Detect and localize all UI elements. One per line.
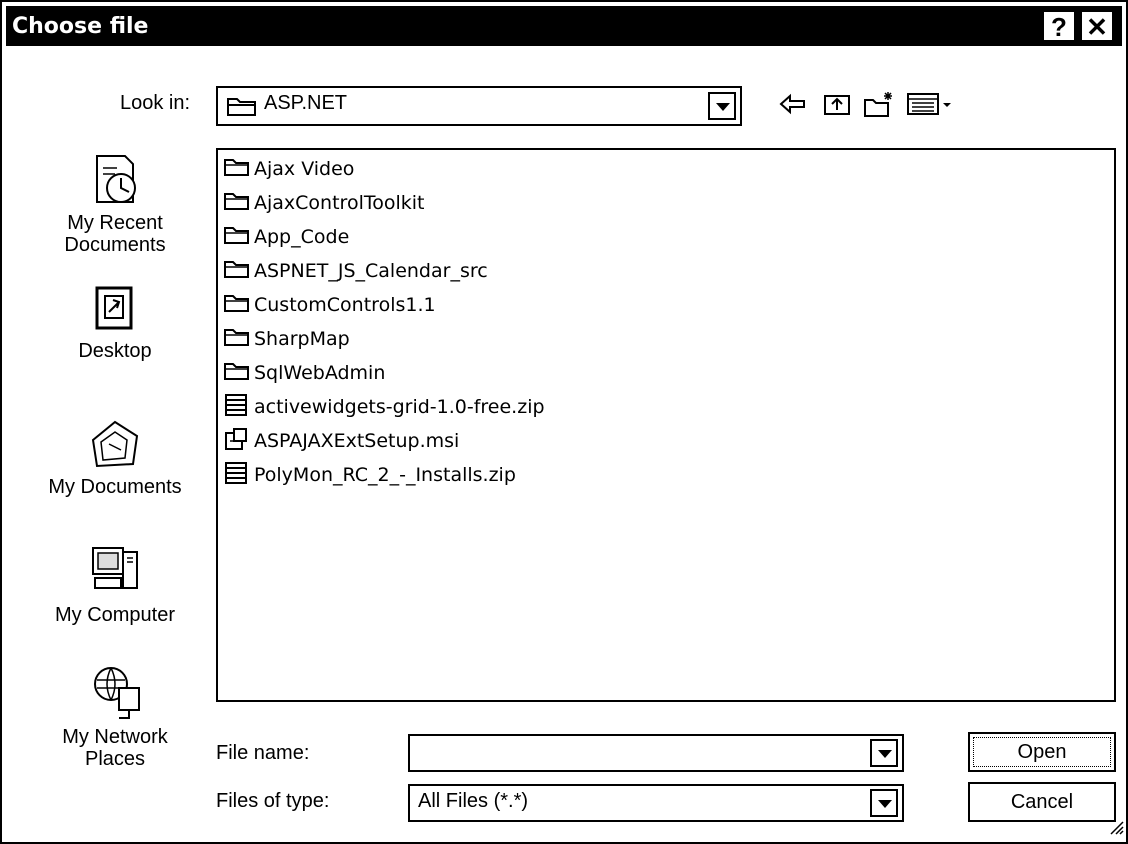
list-item[interactable]: SqlWebAdmin <box>224 358 385 388</box>
folder-icon <box>224 157 254 182</box>
my-documents-icon <box>30 414 200 474</box>
file-name-label: File name: <box>216 742 310 764</box>
network-places-icon <box>30 662 200 724</box>
folder-icon <box>224 327 254 352</box>
folder-icon <box>224 293 254 318</box>
window-title: Choose file <box>12 14 149 39</box>
up-folder-icon[interactable] <box>822 90 852 123</box>
title-bar[interactable]: Choose file ? ✕ <box>6 6 1122 46</box>
place-my-recent-documents[interactable]: My Recent Documents <box>30 152 200 256</box>
list-item[interactable]: PolyMon_RC_2_-_Installs.zip <box>224 460 516 490</box>
my-computer-icon <box>30 542 200 602</box>
choose-file-dialog: Choose file ? ✕ Look in: ASP.NET My Rece… <box>0 0 1128 844</box>
view-menu-icon[interactable] <box>906 90 956 123</box>
file-name: SharpMap <box>254 328 350 350</box>
chevron-down-icon[interactable] <box>708 92 736 120</box>
list-item[interactable]: SharpMap <box>224 324 350 354</box>
look-in-value: ASP.NET <box>264 92 347 114</box>
place-desktop[interactable]: Desktop <box>30 282 200 362</box>
place-my-computer[interactable]: My Computer <box>30 542 200 626</box>
recent-documents-icon <box>30 152 200 210</box>
place-label: My Network <box>62 726 168 748</box>
close-button[interactable]: ✕ <box>1080 10 1114 42</box>
file-list[interactable]: Ajax Video AjaxControlToolkit App_Code A… <box>216 148 1116 702</box>
resize-grip-icon[interactable] <box>1108 819 1124 840</box>
look-in-dropdown[interactable]: ASP.NET <box>216 86 742 126</box>
list-item[interactable]: Ajax Video <box>224 154 354 184</box>
folder-icon <box>224 361 254 386</box>
file-name: Ajax Video <box>254 158 355 180</box>
desktop-icon <box>30 282 200 338</box>
list-item[interactable]: ASPNET_JS_Calendar_src <box>224 256 488 286</box>
place-label: My Documents <box>48 476 182 498</box>
place-label-line2: Places <box>84 748 146 770</box>
file-name: ASPNET_JS_Calendar_src <box>254 260 488 282</box>
file-name: AjaxControlToolkit <box>254 192 425 214</box>
file-name-input[interactable] <box>408 734 904 772</box>
place-label: My Computer <box>54 604 176 626</box>
file-type-dropdown[interactable]: All Files (*.*) <box>408 784 904 822</box>
zip-archive-icon <box>224 461 254 490</box>
file-type-label: Files of type: <box>216 790 330 812</box>
file-name: SqlWebAdmin <box>254 362 386 384</box>
list-item[interactable]: ASPAJAXExtSetup.msi <box>224 426 459 456</box>
list-item[interactable]: CustomControls1.1 <box>224 290 436 320</box>
cancel-button[interactable]: Cancel <box>968 782 1116 822</box>
file-type-value: All Files (*.*) <box>418 790 529 812</box>
folder-icon <box>224 191 254 216</box>
folder-icon <box>226 94 258 123</box>
file-name: activewidgets-grid-1.0-free.zip <box>254 396 545 418</box>
help-button[interactable]: ? <box>1042 10 1076 42</box>
open-button[interactable]: Open <box>968 732 1116 772</box>
list-item[interactable]: activewidgets-grid-1.0-free.zip <box>224 392 545 422</box>
file-name: PolyMon_RC_2_-_Installs.zip <box>254 464 516 486</box>
chevron-down-icon[interactable] <box>870 789 898 817</box>
list-item[interactable]: App_Code <box>224 222 349 252</box>
place-my-documents[interactable]: My Documents <box>30 414 200 498</box>
zip-archive-icon <box>224 393 254 422</box>
look-in-label: Look in: <box>120 92 191 114</box>
place-my-network-places[interactable]: My Network Places <box>30 662 200 770</box>
new-folder-icon[interactable] <box>862 90 896 125</box>
chevron-down-icon[interactable] <box>870 739 898 767</box>
place-label: My Recent <box>67 212 163 234</box>
folder-icon <box>224 259 254 284</box>
place-label-line2: Documents <box>64 234 166 256</box>
file-name: CustomControls1.1 <box>254 294 436 316</box>
back-arrow-icon[interactable] <box>778 90 808 123</box>
msi-installer-icon <box>224 427 254 456</box>
folder-icon <box>224 225 254 250</box>
file-name: App_Code <box>254 226 350 248</box>
file-name: ASPAJAXExtSetup.msi <box>254 430 460 452</box>
list-item[interactable]: AjaxControlToolkit <box>224 188 424 218</box>
place-label: Desktop <box>78 340 152 362</box>
